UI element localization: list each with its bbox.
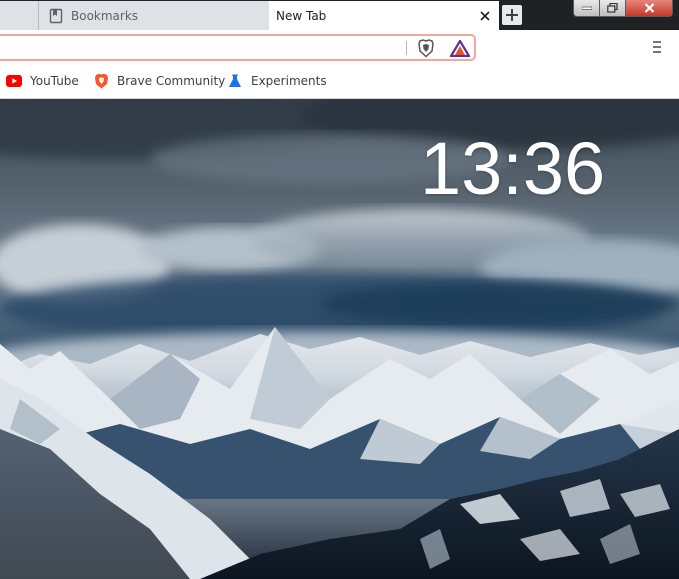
close-window-button[interactable]: [626, 0, 673, 17]
omnibox-divider: [406, 41, 407, 55]
tab-bookmarks[interactable]: Bookmarks: [38, 1, 269, 30]
window-controls: [573, 0, 679, 19]
browser-window: Bookmarks New Tab YouTube Brave Communit…: [0, 0, 679, 579]
menu-button[interactable]: [650, 39, 664, 55]
bookmark-label: YouTube: [30, 74, 79, 88]
plus-icon: [506, 9, 518, 21]
close-icon: [644, 3, 654, 13]
toolbar: [0, 30, 679, 65]
bookmark-label: Experiments: [251, 74, 327, 88]
minimize-button[interactable]: [573, 0, 600, 17]
youtube-icon: [6, 73, 22, 89]
bookmarks-bar: YouTube Brave Community Experiments: [0, 65, 679, 99]
bookmark-page-icon: [48, 8, 64, 24]
flask-icon: [227, 73, 243, 89]
close-tab-icon[interactable]: [477, 8, 493, 24]
address-bar[interactable]: [0, 34, 476, 61]
bookmark-label: Brave Community: [117, 74, 226, 88]
hamburger-menu-icon: [653, 41, 661, 53]
clock: 13:36: [420, 127, 606, 210]
brave-shields-icon[interactable]: [417, 39, 435, 58]
address-input[interactable]: [4, 39, 388, 59]
bookmark-youtube[interactable]: YouTube: [6, 72, 79, 90]
tab-new-tab[interactable]: New Tab: [269, 1, 499, 30]
tab-strip: Bookmarks New Tab: [0, 0, 679, 30]
tab-title: New Tab: [276, 8, 327, 23]
new-tab-button[interactable]: [502, 5, 522, 25]
minimize-icon: [581, 6, 592, 10]
tab-title: Bookmarks: [71, 8, 139, 23]
new-tab-page: 13:36: [0, 99, 679, 579]
brave-rewards-icon[interactable]: [450, 40, 470, 57]
bookmark-experiments[interactable]: Experiments: [227, 72, 327, 90]
restore-icon: [607, 3, 618, 13]
brave-lion-icon: [93, 73, 109, 89]
tab-partial[interactable]: [0, 1, 38, 30]
restore-button[interactable]: [600, 0, 626, 17]
bookmark-brave-community[interactable]: Brave Community: [93, 72, 225, 90]
